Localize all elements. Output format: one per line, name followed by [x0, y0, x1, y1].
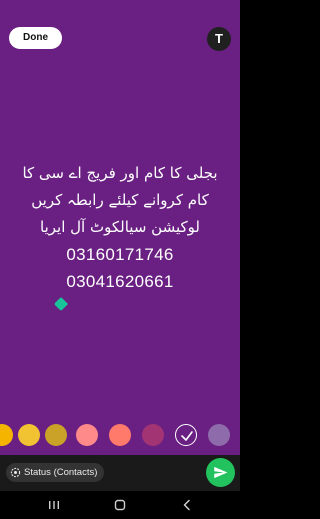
system-nav-bar [0, 491, 240, 519]
send-icon [214, 466, 228, 479]
phone-number-1: 03160171746 [66, 245, 174, 264]
status-line-1: بجلی کا کام اور فریج اے سی کا [22, 164, 218, 182]
home-icon[interactable] [113, 498, 127, 512]
send-button[interactable] [206, 458, 235, 487]
color-swatch-yellow-partial[interactable] [0, 424, 13, 446]
top-bar: Done T [0, 0, 240, 58]
status-text-area[interactable]: بجلی کا کام اور فریج اے سی کا کام کروانے… [0, 160, 240, 295]
status-editor: Done T بجلی کا کام اور فریج اے سی کا کام… [0, 0, 240, 519]
status-line-2: کام کروانے کیلئے رابطہ کریں [31, 191, 209, 209]
status-audience-label: Status (Contacts) [24, 467, 98, 478]
color-swatch-magenta[interactable] [142, 424, 164, 446]
color-swatch-selected[interactable] [175, 424, 197, 446]
text-tool-icon[interactable]: T [207, 27, 231, 51]
color-swatch-olive-gold[interactable] [45, 424, 67, 446]
status-privacy-icon [10, 467, 21, 478]
color-swatch-yellow[interactable] [18, 424, 40, 446]
color-swatch-lavender[interactable] [208, 424, 230, 446]
back-icon[interactable] [180, 498, 194, 512]
color-swatch-salmon[interactable] [109, 424, 131, 446]
bottom-bar: Status (Contacts) [0, 455, 240, 491]
text-cursor-handle[interactable] [53, 296, 69, 312]
status-audience-chip[interactable]: Status (Contacts) [6, 463, 105, 482]
color-swatch-pink[interactable] [76, 424, 98, 446]
phone-number-2: 03041620661 [66, 272, 174, 291]
checkmark-icon [181, 431, 193, 441]
color-palette [0, 424, 240, 446]
status-line-3: لوکیشن سیالکوٹ آل ایریا [40, 218, 200, 236]
done-button[interactable]: Done [9, 27, 62, 49]
recents-icon[interactable] [47, 498, 61, 512]
